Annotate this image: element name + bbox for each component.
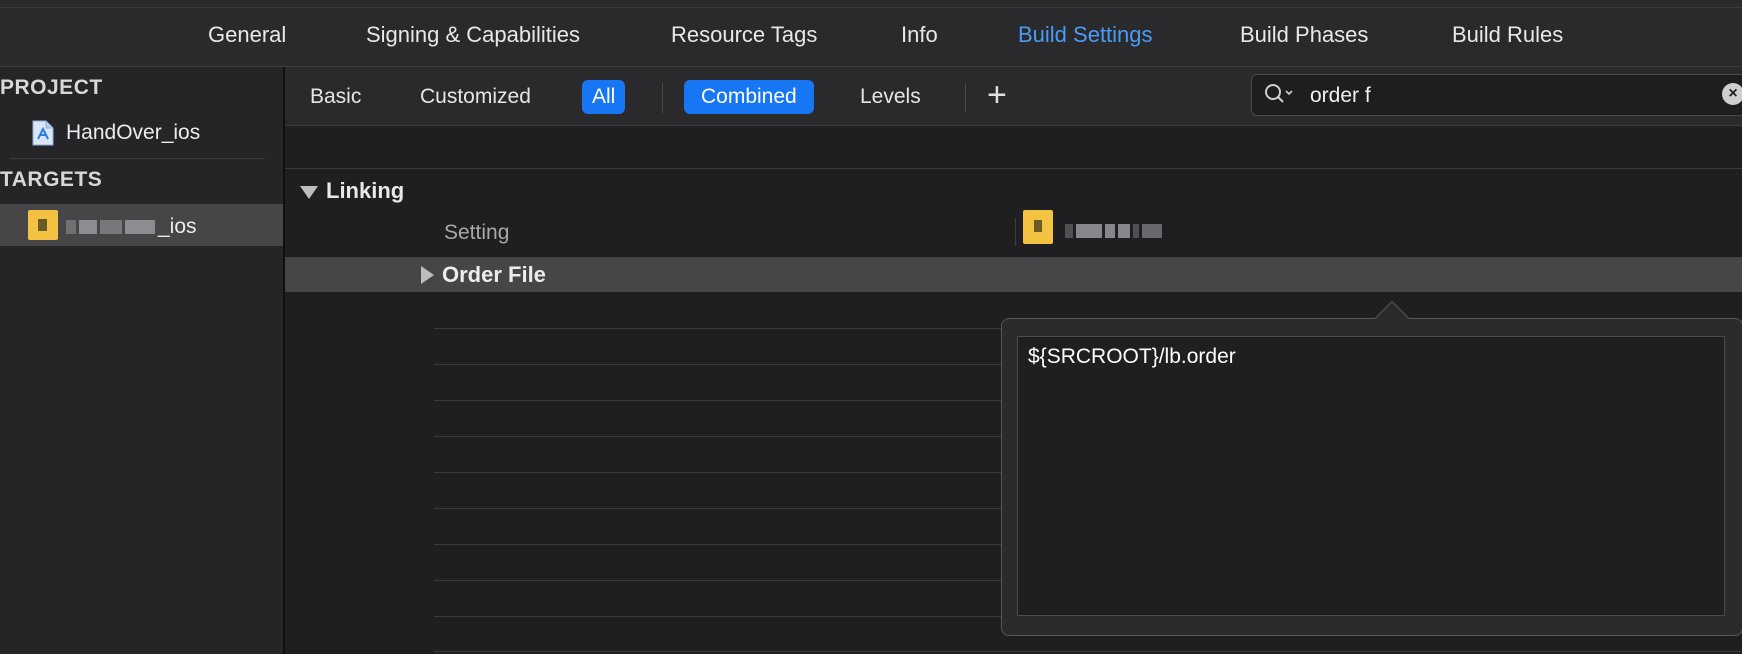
target-name-blurred (1065, 222, 1165, 240)
filter-all-button[interactable]: All (582, 80, 626, 114)
tab-info[interactable]: Info (901, 22, 938, 48)
setting-name: Order File (442, 262, 546, 287)
value-editor-popover: ${SRCROOT}/lb.order (1001, 318, 1742, 636)
project-header: PROJECT (0, 76, 103, 99)
build-settings-filter-bar: Basic Customized All Combined Levels + × (285, 67, 1742, 126)
plus-icon[interactable]: + (987, 77, 1007, 113)
chevron-down-icon (1285, 90, 1293, 96)
tab-signing-capabilities[interactable]: Signing & Capabilities (366, 22, 580, 48)
setting-value-editor[interactable]: ${SRCROOT}/lb.order (1017, 336, 1725, 616)
filter-levels-button[interactable]: Levels (850, 80, 931, 114)
divider (662, 83, 663, 113)
project-navigator-sidebar: PROJECT HandOver_ios TARGETS _ios (0, 67, 285, 654)
file-icon (32, 120, 54, 146)
divider (1015, 218, 1016, 246)
filter-combined-button[interactable]: Combined (684, 80, 814, 114)
section-title: Linking (326, 178, 405, 203)
sidebar-item-label: _ios (66, 215, 197, 239)
tab-resource-tags[interactable]: Resource Tags (671, 22, 817, 48)
sidebar-item-target[interactable]: _ios (0, 204, 283, 246)
filter-customized-button[interactable]: Customized (410, 80, 541, 114)
tab-general[interactable]: General (208, 22, 286, 48)
popover-arrow (1372, 297, 1412, 319)
sidebar-item-label: HandOver_ios (66, 121, 201, 144)
disclosure-triangle-icon[interactable] (300, 185, 318, 199)
tab-build-settings[interactable]: Build Settings (1018, 22, 1153, 48)
divider (0, 7, 1742, 8)
search-icon[interactable] (1264, 83, 1293, 105)
setting-row-order-file[interactable]: Order File (285, 257, 1742, 292)
clear-icon[interactable]: × (1722, 83, 1742, 105)
tab-build-phases[interactable]: Build Phases (1240, 22, 1368, 48)
section-header-linking[interactable]: Linking (300, 178, 404, 204)
divider (965, 83, 966, 113)
target-icon (1023, 210, 1053, 244)
disclosure-triangle-icon[interactable] (421, 266, 434, 284)
divider (10, 158, 265, 159)
targets-header: TARGETS (0, 168, 103, 191)
search-input[interactable] (1308, 81, 1692, 111)
sidebar-item-project[interactable]: HandOver_ios (0, 112, 283, 154)
filter-basic-button[interactable]: Basic (300, 80, 371, 114)
target-name-suffix: _ios (158, 215, 197, 238)
tab-build-rules[interactable]: Build Rules (1452, 22, 1563, 48)
column-header-setting: Setting (444, 221, 510, 244)
editor-tab-bar: General Signing & Capabilities Resource … (0, 0, 1742, 67)
target-icon (28, 210, 58, 240)
divider (285, 168, 1742, 169)
search-field[interactable]: × (1251, 74, 1742, 116)
divider (434, 651, 1742, 652)
